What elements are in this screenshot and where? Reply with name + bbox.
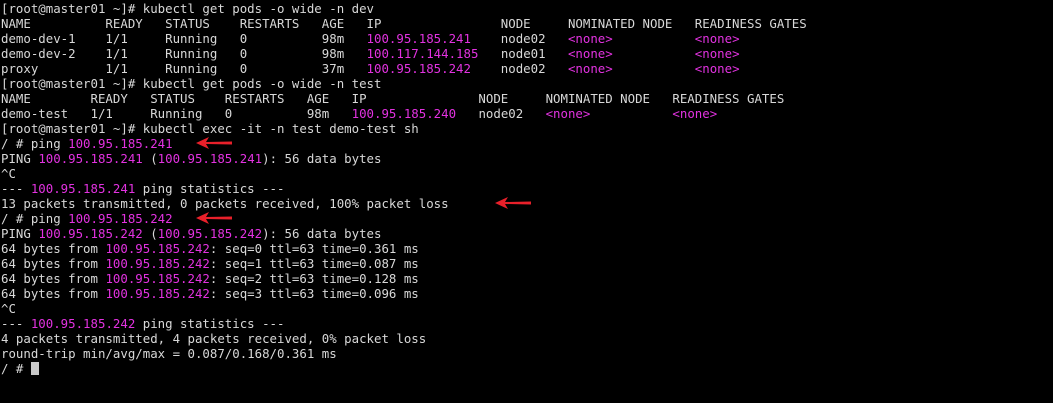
highlighted-text: 100.95.185.242 [105,256,210,271]
terminal-text: PING [1,151,39,166]
terminal-line: 4 packets transmitted, 4 packets receive… [0,331,1053,346]
terminal-line: [root@master01 ~]# kubectl get pods -o w… [0,76,1053,91]
terminal-line: 64 bytes from 100.95.185.242: seq=2 ttl=… [0,271,1053,286]
terminal-text: ping statistics --- [135,181,285,196]
terminal-line: NAME READY STATUS RESTARTS AGE IP NODE N… [0,91,1053,106]
terminal-text: : seq=2 ttl=63 time=0.128 ms [209,271,419,286]
terminal-output: [root@master01 ~]# kubectl get pods -o w… [0,1,1053,376]
terminal-text: NAME READY STATUS RESTARTS AGE IP NODE N… [1,16,807,31]
highlighted-text: <none> [567,31,613,46]
terminal-line: / # ping 100.95.185.242 [0,211,1053,226]
terminal-line: / # ping 100.95.185.241 [0,136,1053,151]
terminal-line: proxy 1/1 Running 0 37m 100.95.185.242 n… [0,61,1053,76]
terminal-cursor [30,362,39,375]
terminal-line: ^C [0,301,1053,316]
terminal-text: ): 56 data bytes [262,151,382,166]
terminal-line: [root@master01 ~]# kubectl exec -it -n t… [0,121,1053,136]
terminal-text: 64 bytes from [1,271,106,286]
terminal-text: ^C [1,301,16,316]
highlighted-text: 100.117.144.185 [366,46,479,61]
terminal-text: / # ping [1,136,69,151]
terminal-window[interactable]: [root@master01 ~]# kubectl get pods -o w… [0,0,1053,403]
terminal-line: --- 100.95.185.242 ping statistics --- [0,316,1053,331]
highlighted-text: 100.95.185.242 [30,316,136,331]
terminal-text: --- [1,316,31,331]
red-arrow-left-icon [196,212,232,224]
highlighted-text: <none> [567,46,613,61]
highlighted-text: 100.95.185.241 [68,136,173,151]
terminal-text: ( [142,151,158,166]
terminal-text: 13 packets transmitted, 0 packets receiv… [1,196,449,211]
highlighted-text: 100.95.185.242 [105,271,210,286]
terminal-text: PING [1,226,39,241]
terminal-text: ): 56 data bytes [262,226,382,241]
terminal-text: demo-test 1/1 Running 0 98m [1,106,352,121]
highlighted-text: 100.95.185.242 [105,241,210,256]
terminal-text: --- [1,181,31,196]
terminal-text: [root@master01 ~]# kubectl get pods -o w… [1,76,382,91]
terminal-text: [root@master01 ~]# kubectl get pods -o w… [1,1,374,16]
terminal-text: / # ping [1,211,69,226]
terminal-text: demo-dev-2 1/1 Running 0 98m [1,46,367,61]
terminal-text: ( [142,226,158,241]
red-arrow-left-icon [495,197,531,209]
terminal-text: 64 bytes from [1,286,106,301]
terminal-text: ping statistics --- [135,316,285,331]
terminal-text: 4 packets transmitted, 4 packets receive… [1,331,427,346]
highlighted-text: <none> [545,106,591,121]
terminal-line: round-trip min/avg/max = 0.087/0.168/0.3… [0,346,1053,361]
highlighted-text: 100.95.185.241 [157,151,263,166]
terminal-text: 64 bytes from [1,256,106,271]
terminal-line: [root@master01 ~]# kubectl get pods -o w… [0,1,1053,16]
terminal-text: round-trip min/avg/max = 0.087/0.168/0.3… [1,346,337,361]
highlighted-text: <none> [567,61,613,76]
highlighted-text: 100.95.185.242 [157,226,263,241]
terminal-text: node02 [470,31,568,46]
highlighted-text: 100.95.185.241 [30,181,136,196]
highlighted-text: <none> [694,61,740,76]
terminal-text: node02 [470,61,568,76]
highlighted-text: 100.95.185.241 [38,151,143,166]
highlighted-text: 100.95.185.242 [366,61,471,76]
terminal-line: demo-dev-2 1/1 Running 0 98m 100.117.144… [0,46,1053,61]
terminal-line: PING 100.95.185.242 (100.95.185.242): 56… [0,226,1053,241]
terminal-text: NAME READY STATUS RESTARTS AGE IP NODE N… [1,91,785,106]
terminal-line: 64 bytes from 100.95.185.242: seq=1 ttl=… [0,256,1053,271]
highlighted-text: <none> [694,46,740,61]
terminal-text: : seq=0 ttl=63 time=0.361 ms [209,241,419,256]
terminal-line: demo-dev-1 1/1 Running 0 98m 100.95.185.… [0,31,1053,46]
terminal-line: 64 bytes from 100.95.185.242: seq=3 ttl=… [0,286,1053,301]
highlighted-text: <none> [672,106,718,121]
terminal-text: : seq=1 ttl=63 time=0.087 ms [209,256,419,271]
terminal-line: ^C [0,166,1053,181]
terminal-text: demo-dev-1 1/1 Running 0 98m [1,31,367,46]
terminal-line: demo-test 1/1 Running 0 98m 100.95.185.2… [0,106,1053,121]
highlighted-text: 100.95.185.242 [105,286,210,301]
highlighted-text: <none> [694,31,740,46]
highlighted-text: 100.95.185.241 [366,31,471,46]
highlighted-text: 100.95.185.242 [38,226,143,241]
terminal-text: : seq=3 ttl=63 time=0.096 ms [209,286,419,301]
terminal-line: --- 100.95.185.241 ping statistics --- [0,181,1053,196]
terminal-line: PING 100.95.185.241 (100.95.185.241): 56… [0,151,1053,166]
terminal-text: 64 bytes from [1,241,106,256]
terminal-line: / # [0,361,1053,376]
terminal-text: node02 [456,106,546,121]
highlighted-text: 100.95.185.242 [68,211,173,226]
terminal-text: / # [1,361,31,376]
terminal-text: node01 [478,46,568,61]
terminal-text: ^C [1,166,16,181]
terminal-text: proxy 1/1 Running 0 37m [1,61,367,76]
terminal-text: [root@master01 ~]# kubectl exec -it -n t… [1,121,419,136]
terminal-line: 64 bytes from 100.95.185.242: seq=0 ttl=… [0,241,1053,256]
highlighted-text: 100.95.185.240 [351,106,457,121]
red-arrow-left-icon [196,137,232,149]
terminal-line: NAME READY STATUS RESTARTS AGE IP NODE N… [0,16,1053,31]
